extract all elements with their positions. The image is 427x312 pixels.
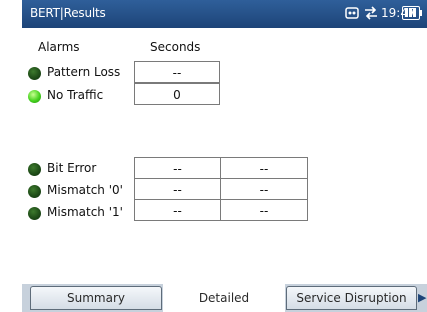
mismatch-1-value-1: -- — [134, 199, 221, 221]
mismatch-0-value-1: -- — [134, 178, 221, 200]
mismatch-1-label: Mismatch '1' — [47, 205, 123, 219]
title-bar: BERT|Results 19:47 — [22, 0, 427, 28]
tab-summary[interactable]: Summary — [30, 286, 162, 310]
pattern-loss-label: Pattern Loss — [47, 65, 121, 79]
tab-detailed[interactable]: Detailed — [163, 284, 285, 312]
mismatch-0-label: Mismatch '0' — [47, 183, 123, 197]
no-traffic-seconds: 0 — [134, 83, 220, 105]
mismatch-1-value-2: -- — [220, 199, 308, 221]
pattern-loss-led-icon — [28, 67, 41, 80]
bit-error-label: Bit Error — [47, 161, 97, 175]
device-screen: BERT|Results 19:47 Alarms Seconds Patter… — [22, 0, 427, 312]
tab-bar: Summary Detailed Service Disruption ▶ — [22, 284, 427, 312]
no-traffic-label: No Traffic — [47, 88, 104, 102]
remote-control-icon — [343, 5, 361, 23]
tab-service-disruption[interactable]: Service Disruption — [286, 286, 417, 310]
scroll-right-arrow-icon[interactable]: ▶ — [418, 288, 427, 308]
bit-error-value-2: -- — [220, 157, 308, 179]
transfer-arrows-icon — [362, 5, 380, 23]
page-title: BERT|Results — [30, 6, 106, 20]
pattern-loss-seconds: -- — [134, 61, 220, 83]
results-panel: Alarms Seconds Pattern Loss -- No Traffi… — [22, 28, 427, 284]
mismatch-1-led-icon — [28, 207, 41, 220]
mismatch-0-led-icon — [28, 185, 41, 198]
no-traffic-led-icon — [28, 90, 41, 103]
bit-error-value-1: -- — [134, 157, 221, 179]
seconds-column-header: Seconds — [150, 40, 201, 54]
mismatch-0-value-2: -- — [220, 178, 308, 200]
battery-full-icon — [402, 6, 422, 20]
alarms-column-header: Alarms — [38, 40, 80, 54]
bit-error-led-icon — [28, 163, 41, 176]
